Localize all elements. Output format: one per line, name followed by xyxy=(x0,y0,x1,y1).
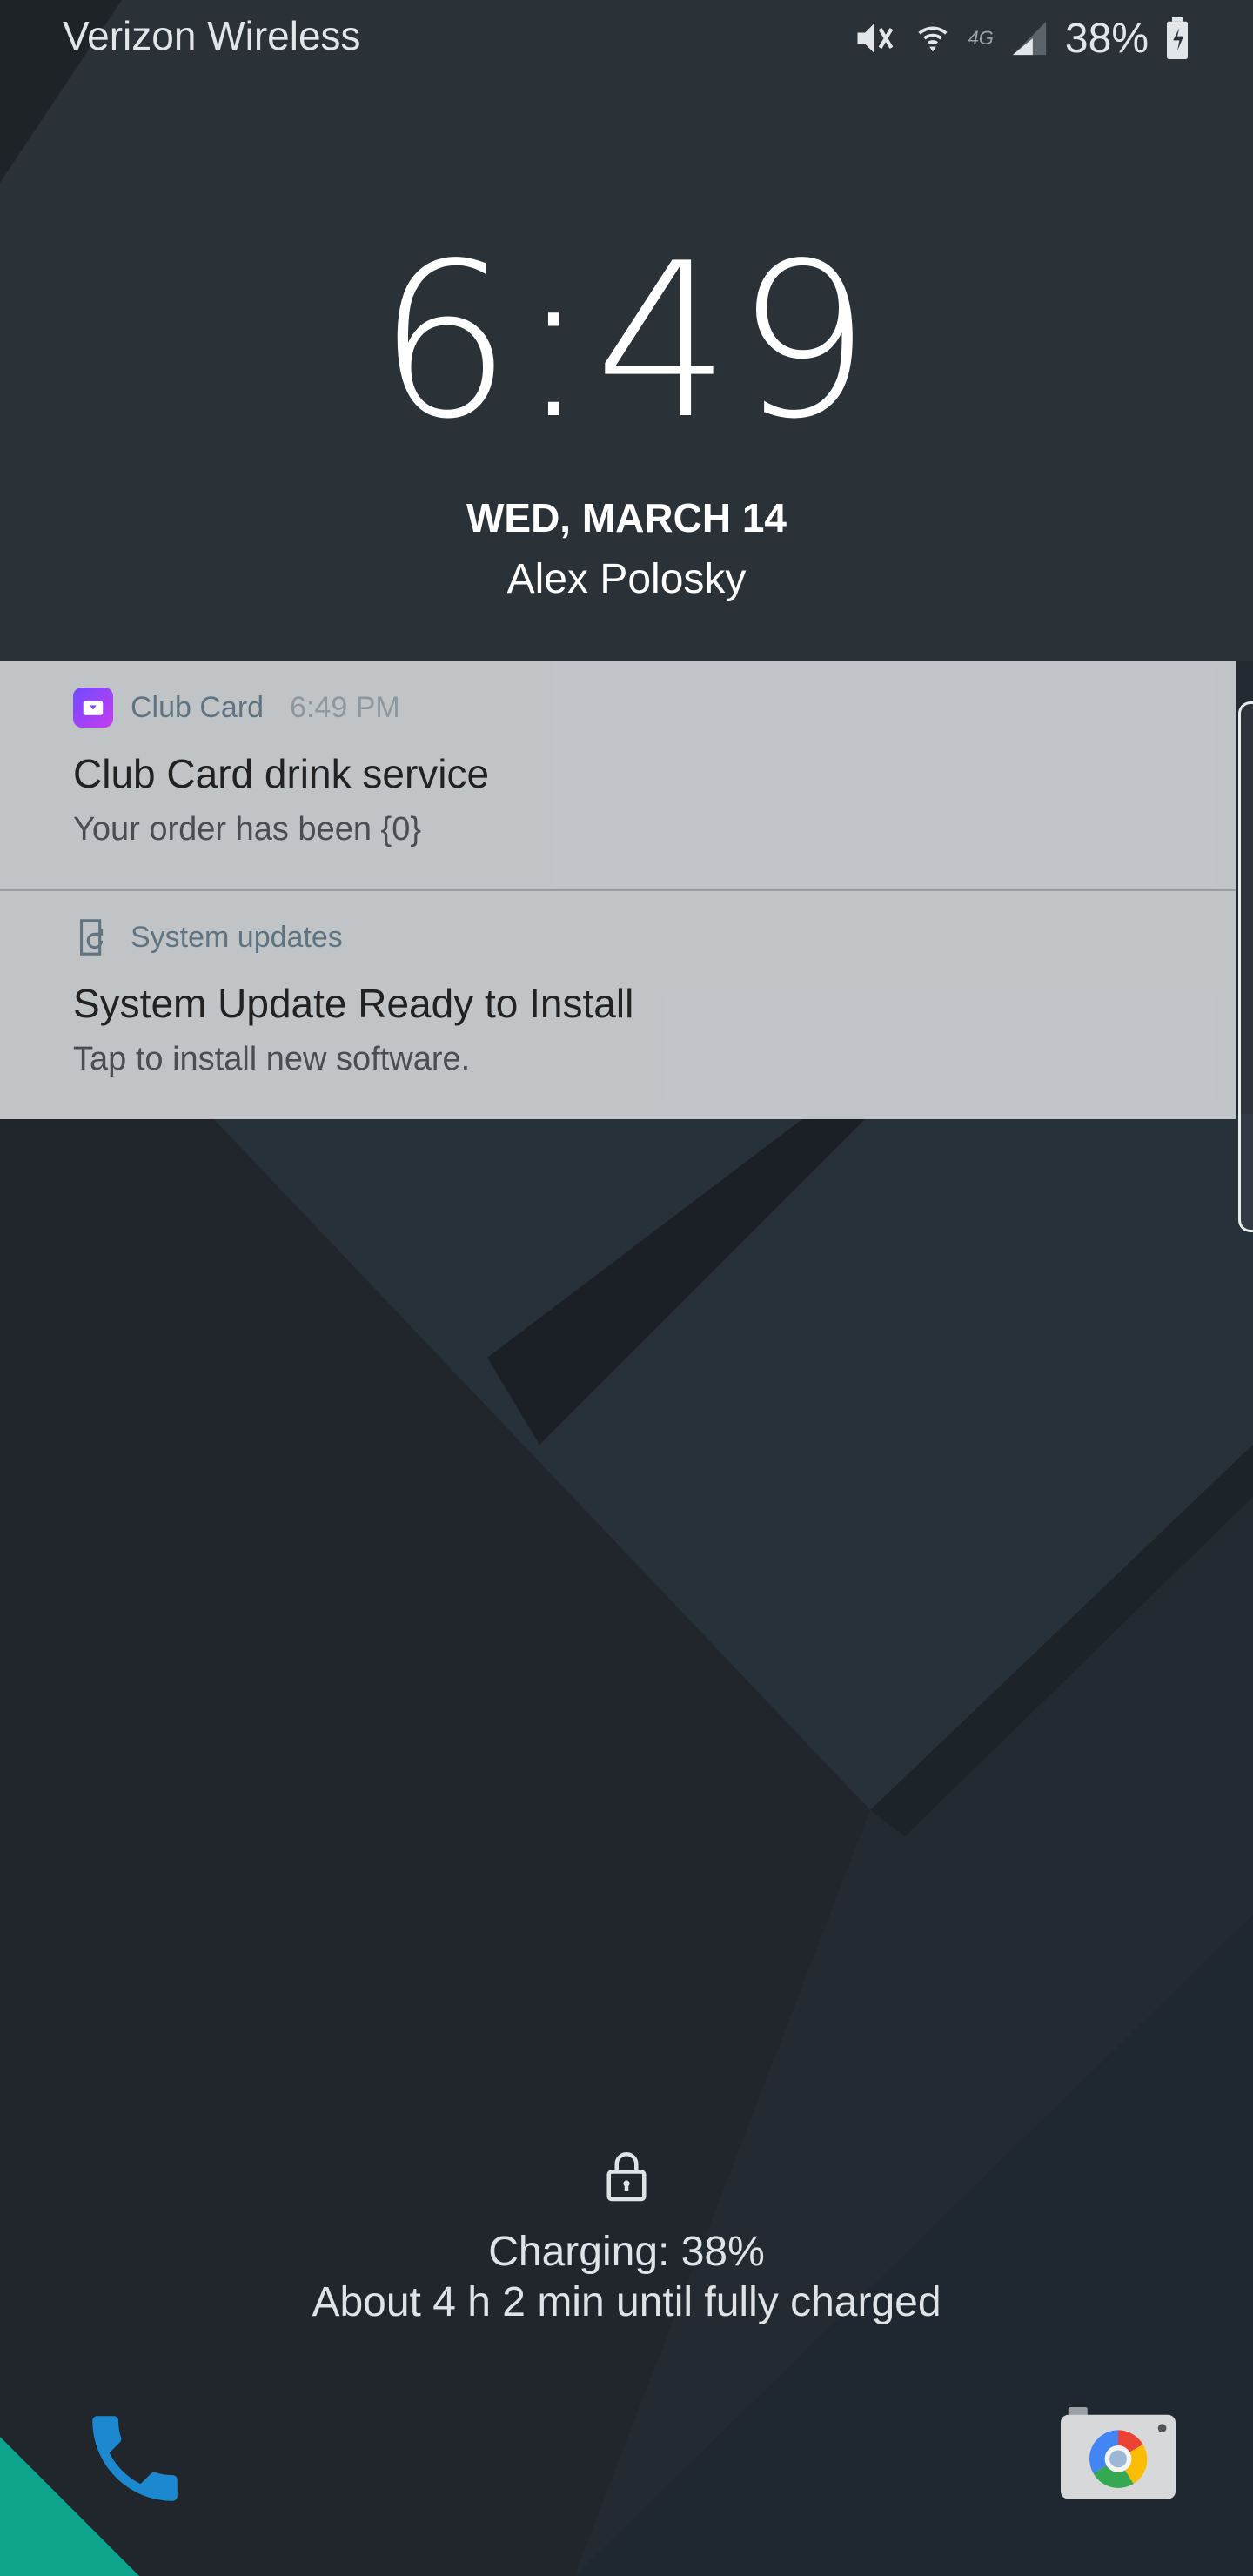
wifi-icon xyxy=(917,26,948,52)
signal-icon xyxy=(1012,21,1047,56)
notification-app-name: Club Card xyxy=(131,690,265,724)
system-update-icon xyxy=(80,919,104,956)
notification-club-card[interactable]: Club Card 6:49 PM Club Card drink servic… xyxy=(0,661,1236,891)
notification-title: Club Card drink service xyxy=(73,751,490,796)
carrier-name: Verizon Wireless xyxy=(63,13,361,58)
charging-eta: About 4 h 2 min until fully charged xyxy=(312,2279,941,2325)
notification-app-name: System updates xyxy=(131,920,343,954)
lte-icon: 4G xyxy=(968,27,994,49)
notification-panel: Club Card 6:49 PM Club Card drink servic… xyxy=(0,661,1236,1119)
lockscreen-clock: 6:49 xyxy=(376,218,877,466)
notification-time: 6:49 PM xyxy=(290,690,400,724)
battery-charging-icon xyxy=(1167,17,1188,59)
edge-panel-handle[interactable] xyxy=(1238,701,1253,1232)
notification-text: Your order has been {0} xyxy=(73,811,422,848)
camera-icon[interactable] xyxy=(1060,2407,1176,2503)
mute-icon xyxy=(857,23,893,54)
status-icons: 4G 38% xyxy=(852,12,1190,64)
club-card-app-icon xyxy=(73,688,113,728)
battery-percent: 38% xyxy=(1064,15,1149,62)
charging-status: Charging: 38% xyxy=(488,2229,765,2275)
notification-text: Tap to install new software. xyxy=(73,1041,471,1077)
phone-icon[interactable] xyxy=(78,2402,191,2515)
lockscreen-date: WED, MARCH 14 xyxy=(466,495,787,540)
notification-header: System updates xyxy=(73,917,343,957)
lock-icon[interactable] xyxy=(603,2150,650,2202)
notification-title: System Update Ready to Install xyxy=(73,981,634,1026)
owner-info: Alex Polosky xyxy=(506,556,747,602)
notification-system-update[interactable]: System updates System Update Ready to In… xyxy=(0,891,1236,1119)
status-bar: Verizon Wireless 4G 38% xyxy=(0,0,1253,78)
notification-header: Club Card 6:49 PM xyxy=(73,688,400,728)
